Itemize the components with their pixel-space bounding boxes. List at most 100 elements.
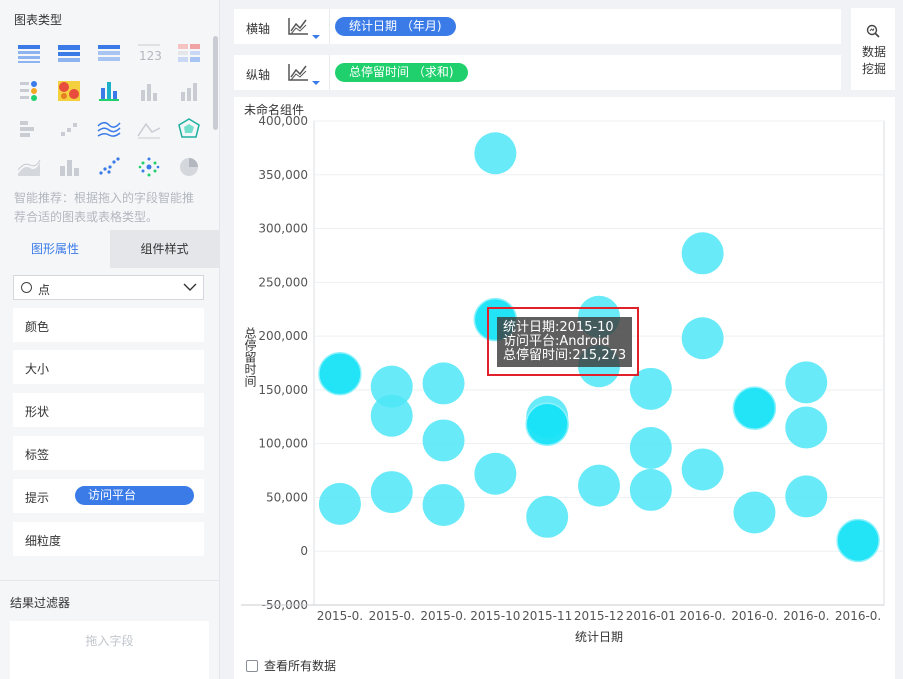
y-tick-label: 350,000	[258, 168, 308, 182]
x-axis-title: 统计日期	[575, 630, 623, 644]
data-mining-button[interactable]: 数据挖掘	[851, 8, 895, 90]
axis-line-chart-icon[interactable]	[286, 15, 322, 41]
x-tick-label: 2016-0.	[679, 609, 725, 623]
kpi-number-icon[interactable]: 123	[136, 42, 162, 64]
bar-icon[interactable]	[176, 80, 202, 102]
data-point[interactable]	[785, 361, 828, 404]
y-axis-field-pill[interactable]: 总停留时间 （求和)	[335, 63, 468, 82]
data-point[interactable]	[422, 362, 465, 405]
property-label: 提示	[25, 491, 50, 505]
data-point[interactable]	[629, 468, 672, 511]
stacked-column-icon[interactable]	[56, 156, 82, 178]
dot-column-icon[interactable]	[96, 80, 122, 102]
data-point[interactable]	[732, 386, 777, 430]
data-point[interactable]	[836, 518, 880, 563]
property-shape[interactable]: 形状	[13, 393, 204, 427]
x-axis-label: 横轴	[246, 22, 271, 36]
y-tick-label: 50,000	[266, 490, 308, 504]
show-all-data-checkbox[interactable]: 查看所有数据	[246, 657, 336, 674]
axis-line-chart-icon[interactable]	[286, 61, 322, 87]
result-filter-title: 结果过滤器	[10, 596, 71, 610]
data-point[interactable]	[525, 402, 569, 447]
area-line-icon[interactable]	[136, 118, 162, 140]
detail-table-icon[interactable]	[96, 42, 122, 64]
tab-graph-properties[interactable]: 图形属性	[0, 230, 110, 268]
data-point[interactable]	[318, 352, 362, 396]
x-tick-label: 2015-10	[470, 609, 520, 623]
x-tick-label: 2016-0.	[731, 609, 777, 623]
y-axis-title: 总停留时间	[243, 327, 257, 387]
data-point[interactable]	[474, 132, 517, 175]
magnifier-icon	[866, 24, 880, 38]
y-tick-label: 250,000	[258, 275, 308, 289]
cross-table-icon[interactable]	[56, 42, 82, 64]
data-point[interactable]	[422, 419, 465, 462]
x-tick-label: 2016-0.	[835, 609, 881, 623]
bubble-chart[interactable]: -50,000050,000100,000150,000200,000250,0…	[234, 97, 895, 657]
y-tick-label: 0	[300, 544, 308, 558]
show-all-data-label: 查看所有数据	[264, 659, 337, 673]
property-tooltip[interactable]: 提示 访问平台	[13, 479, 204, 513]
data-point[interactable]	[629, 426, 672, 469]
radar-icon[interactable]	[176, 118, 202, 140]
column-icon[interactable]	[136, 80, 162, 102]
data-point[interactable]	[681, 448, 724, 491]
property-color[interactable]: 颜色	[13, 308, 204, 342]
data-point[interactable]	[318, 482, 361, 525]
multi-line-icon[interactable]	[96, 118, 122, 140]
x-tick-label: 2015-12	[574, 609, 624, 623]
data-point[interactable]	[370, 471, 413, 514]
data-point[interactable]	[422, 483, 465, 526]
mark-type-select[interactable]: 点	[13, 275, 204, 300]
data-point[interactable]	[785, 406, 828, 449]
data-point[interactable]	[370, 394, 413, 437]
data-mining-label: 数据挖掘	[861, 45, 886, 76]
point-legend-icon[interactable]	[16, 80, 42, 102]
property-size[interactable]: 大小	[13, 350, 204, 384]
property-label: 颜色	[25, 320, 50, 334]
x-tick-label: 2015-0.	[317, 609, 363, 623]
chart-component: -50,000 0 50,000 100,000 150,000 200,000 250,0…	[234, 97, 895, 679]
color-table-icon[interactable]	[176, 42, 202, 64]
chart-types-scrollbar[interactable]	[213, 36, 218, 130]
y-tick-label: 100,000	[258, 437, 308, 451]
filter-drop-zone[interactable]: 拖入字段	[10, 621, 209, 679]
data-point[interactable]	[681, 232, 724, 275]
bubble-cluster-icon[interactable]	[136, 156, 162, 178]
x-tick-label: 2015-0.	[369, 609, 415, 623]
tooltip-field-pill[interactable]: 访问平台	[75, 486, 194, 505]
property-tabs: 图形属性 组件样式	[0, 230, 219, 268]
scatter-icon[interactable]	[96, 156, 122, 178]
table-icon[interactable]	[16, 42, 42, 64]
x-tick-label: 2015-11	[522, 609, 572, 623]
y-tick-label: 150,000	[258, 383, 308, 397]
property-granularity[interactable]: 细粒度	[13, 522, 204, 556]
block-icon[interactable]	[16, 118, 42, 140]
svg-text:123: 123	[139, 49, 162, 63]
mark-type-value: 点	[38, 283, 51, 297]
data-point[interactable]	[733, 491, 776, 534]
y-axis-shelf: 纵轴 总停留时间 （求和)	[234, 55, 841, 90]
point-mark-icon	[21, 282, 32, 293]
data-point[interactable]	[681, 317, 724, 360]
property-label-setting[interactable]: 标签	[13, 436, 204, 470]
x-axis-field-pill[interactable]: 统计日期 （年月)	[335, 17, 456, 36]
highlight-box	[487, 307, 639, 376]
tab-component-style[interactable]: 组件样式	[110, 230, 219, 268]
checkbox-icon	[246, 660, 258, 672]
heatmap-icon[interactable]	[56, 80, 82, 102]
property-label: 细粒度	[25, 534, 62, 548]
pie-icon[interactable]	[176, 156, 202, 178]
data-point[interactable]	[526, 495, 569, 538]
data-point[interactable]	[785, 475, 828, 518]
area-icon[interactable]	[16, 156, 42, 178]
y-tick-label: 300,000	[258, 222, 308, 236]
x-tick-label: 2016-0.	[783, 609, 829, 623]
chevron-down-icon	[183, 283, 197, 291]
data-point[interactable]	[578, 464, 620, 507]
y-axis-label: 纵轴	[246, 68, 271, 82]
left-panel: 图表类型 123 智能推荐：根据拖入的字段智能推荐合适的图表或表格类型。 图形属…	[0, 0, 220, 679]
scatter-small-icon[interactable]	[56, 118, 82, 140]
divider	[329, 9, 330, 44]
data-point[interactable]	[474, 452, 517, 495]
